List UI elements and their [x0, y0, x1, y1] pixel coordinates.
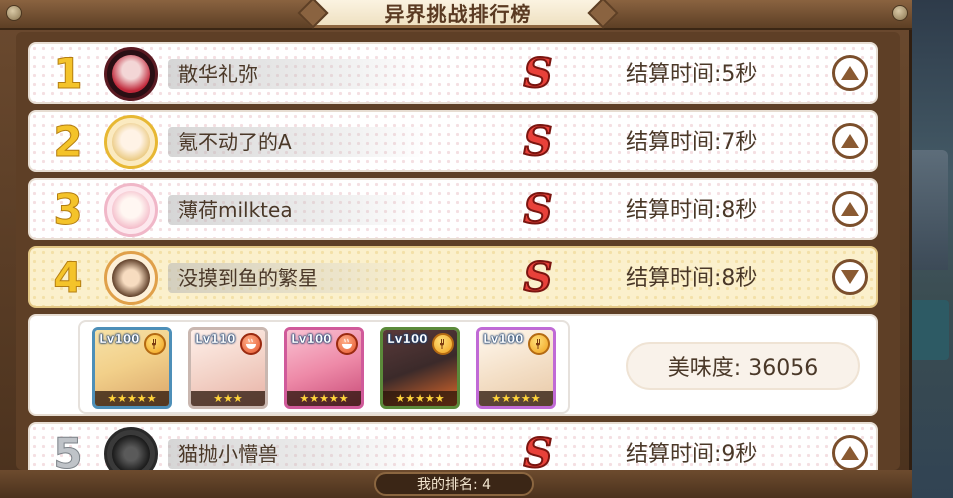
- leaderboard-title: 异界挑战排行榜: [297, 0, 619, 29]
- character-level: Lv100: [291, 332, 332, 346]
- player-avatar[interactable]: [104, 427, 158, 470]
- fork-badge-icon: [528, 333, 550, 355]
- collapse-button[interactable]: [832, 259, 868, 295]
- team-detail-panel: Lv100 ★★★★★ Lv110 ★★★ Lv100 ★★★★★ Lv100 …: [28, 314, 878, 416]
- rank-number: 3: [53, 185, 83, 235]
- ranking-row[interactable]: 5 猫抛小懵兽 S 结算时间:9秒: [28, 422, 878, 470]
- player-avatar[interactable]: [104, 115, 158, 169]
- character-card[interactable]: Lv110 ★★★: [188, 327, 268, 409]
- team-lineup: Lv100 ★★★★★ Lv110 ★★★ Lv100 ★★★★★ Lv100 …: [78, 320, 570, 414]
- settle-time: 结算时间:7秒: [626, 130, 758, 155]
- title-text: 异界挑战排行榜: [384, 2, 532, 26]
- chevron-up-icon: [841, 446, 859, 460]
- character-level: Lv110: [195, 332, 236, 346]
- grade-s-icon: S: [523, 117, 554, 166]
- ranking-list[interactable]: 1 散华礼弥 S 结算时间:5秒 2 氪不动了的A S 结算时间:7秒 3 薄荷…: [16, 32, 900, 470]
- avatar-portrait: [112, 435, 150, 470]
- settle-time: 结算时间:9秒: [626, 442, 758, 467]
- player-avatar[interactable]: [104, 183, 158, 237]
- chevron-up-icon: [841, 134, 859, 148]
- player-name: 猫抛小懵兽: [178, 442, 278, 466]
- chevron-down-icon: [841, 270, 859, 284]
- settle-time: 结算时间:8秒: [626, 198, 758, 223]
- rank-number: 4: [53, 253, 83, 303]
- expand-button[interactable]: [832, 191, 868, 227]
- ranking-row[interactable]: 1 散华礼弥 S 结算时间:5秒: [28, 42, 878, 104]
- expand-button[interactable]: [832, 123, 868, 159]
- avatar-portrait: [112, 55, 150, 93]
- player-name: 薄荷milktea: [178, 198, 293, 222]
- character-level: Lv100: [483, 332, 524, 346]
- avatar-portrait: [112, 191, 150, 229]
- fork-badge-icon: [144, 333, 166, 355]
- ranking-row[interactable]: 3 薄荷milktea S 结算时间:8秒: [28, 178, 878, 240]
- bowl-badge-icon: [240, 333, 262, 355]
- settle-time: 结算时间:8秒: [626, 266, 758, 291]
- star-rating: ★★★★★: [287, 391, 361, 406]
- character-level: Lv100: [99, 332, 140, 346]
- my-rank-label: 我的排名: 4: [374, 472, 534, 496]
- settle-time: 结算时间:5秒: [626, 62, 758, 87]
- ranking-row-selected[interactable]: 4 没摸到鱼的繁星 S 结算时间:8秒: [28, 246, 878, 308]
- bowl-badge-icon: [336, 333, 358, 355]
- character-card[interactable]: Lv100 ★★★★★: [92, 327, 172, 409]
- character-card[interactable]: Lv100 ★★★★★: [380, 327, 460, 409]
- character-level: Lv100: [387, 332, 428, 346]
- ranking-row[interactable]: 2 氪不动了的A S 结算时间:7秒: [28, 110, 878, 172]
- player-name: 散华礼弥: [178, 62, 258, 86]
- rank-number: 1: [53, 49, 83, 99]
- expand-button[interactable]: [832, 55, 868, 91]
- grade-s-icon: S: [523, 253, 554, 302]
- rank-number: 2: [53, 117, 83, 167]
- expand-button[interactable]: [832, 435, 868, 470]
- player-name: 氪不动了的A: [178, 130, 292, 154]
- rivet-icon: [6, 5, 22, 21]
- rank-number: 5: [53, 429, 83, 471]
- star-rating: ★★★★★: [479, 391, 553, 406]
- chevron-up-icon: [841, 66, 859, 80]
- star-rating: ★★★: [191, 391, 265, 406]
- grade-s-icon: S: [523, 49, 554, 98]
- flavor-score: 美味度: 36056: [626, 342, 860, 390]
- star-rating: ★★★★★: [383, 391, 457, 406]
- fork-badge-icon: [432, 333, 454, 355]
- grade-s-icon: S: [523, 185, 554, 234]
- avatar-portrait: [112, 123, 150, 161]
- chevron-up-icon: [841, 202, 859, 216]
- grade-s-icon: S: [523, 429, 554, 471]
- player-name: 没摸到鱼的繁星: [178, 266, 318, 290]
- star-rating: ★★★★★: [95, 391, 169, 406]
- player-avatar[interactable]: [104, 47, 158, 101]
- character-card[interactable]: Lv100 ★★★★★: [476, 327, 556, 409]
- character-card[interactable]: Lv100 ★★★★★: [284, 327, 364, 409]
- avatar-portrait: [112, 259, 150, 297]
- player-avatar[interactable]: [104, 251, 158, 305]
- rivet-icon: [892, 5, 908, 21]
